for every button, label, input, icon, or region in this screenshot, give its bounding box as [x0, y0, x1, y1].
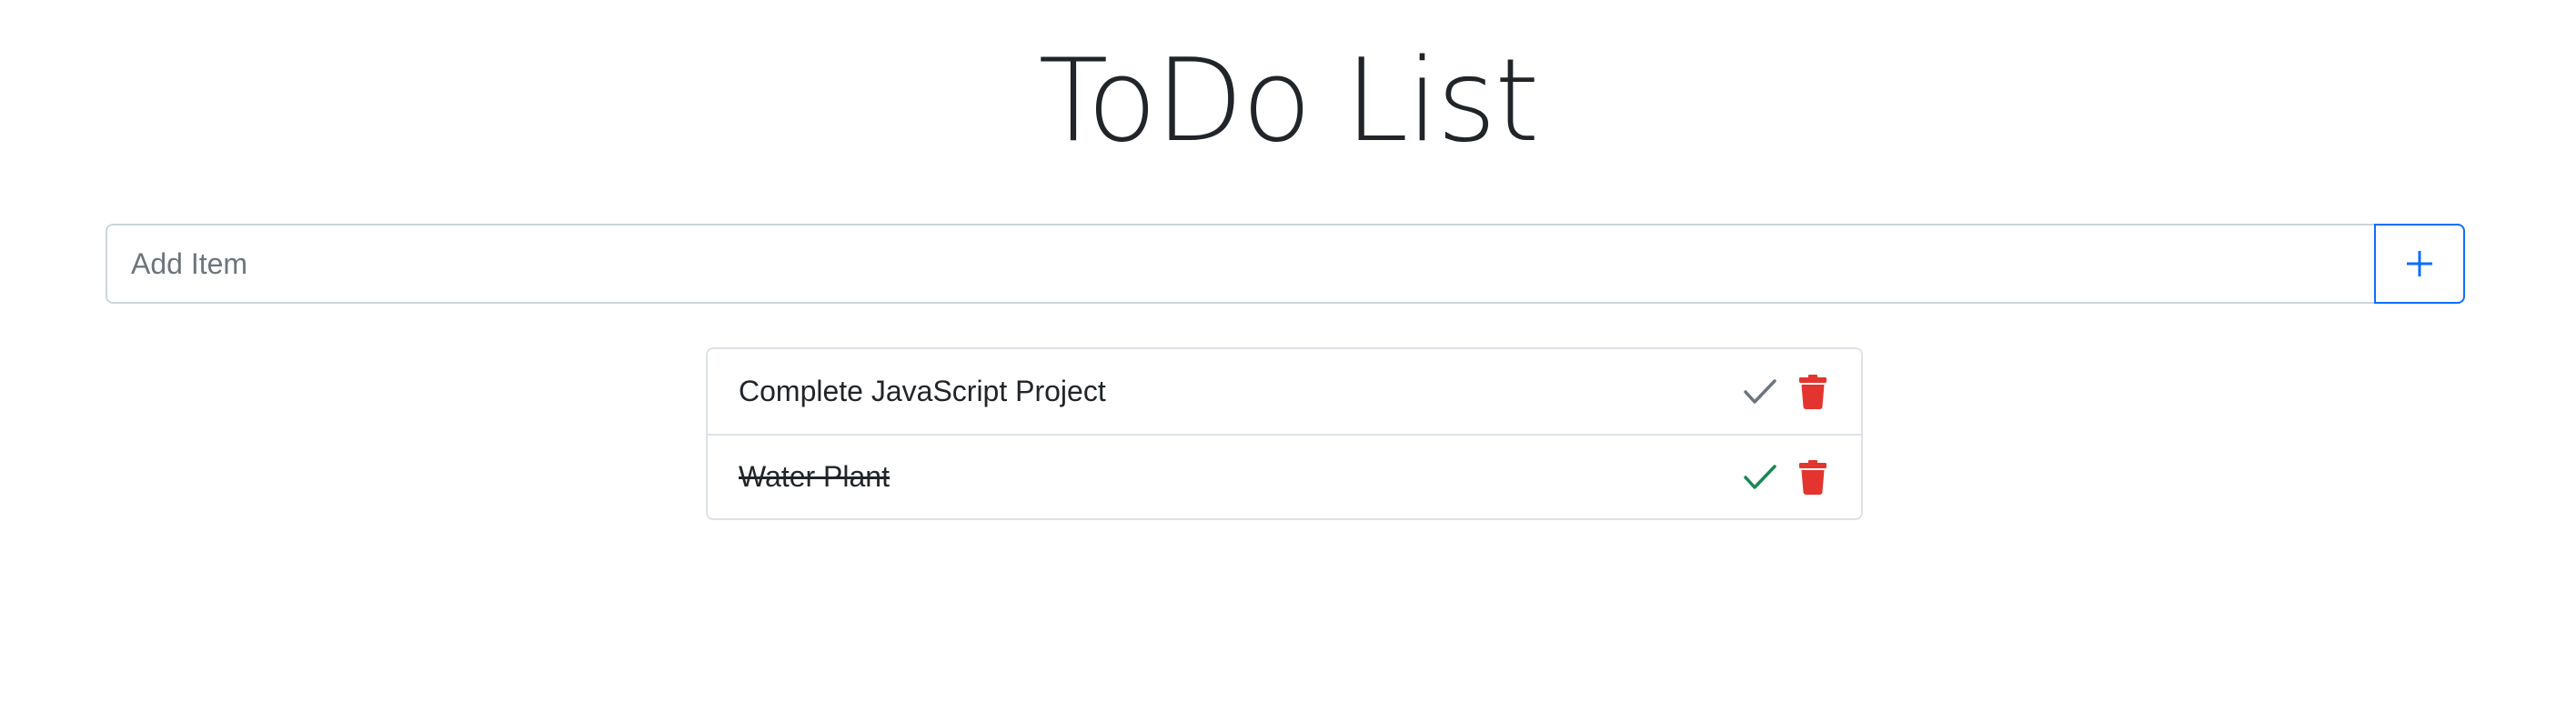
- check-icon: [1744, 378, 1776, 404]
- todo-app: ToDo List Complete JavaScript Project: [0, 0, 2576, 702]
- trash-icon: [1799, 374, 1826, 409]
- trash-icon: [1799, 459, 1826, 495]
- add-item-input[interactable]: [106, 224, 2374, 304]
- add-item-button[interactable]: [2374, 224, 2465, 304]
- todo-item-actions: [1743, 457, 1830, 497]
- complete-button[interactable]: [1743, 457, 1777, 497]
- delete-button[interactable]: [1796, 457, 1830, 497]
- todo-item-text: Water Plant: [739, 460, 890, 493]
- page-title: ToDo List: [1038, 34, 1539, 167]
- check-icon: [1744, 464, 1776, 489]
- todo-list: Complete JavaScript Project Water Plant: [706, 347, 1863, 520]
- plus-icon: [2407, 251, 2432, 276]
- delete-button[interactable]: [1796, 372, 1830, 412]
- todo-item-actions: [1743, 372, 1830, 412]
- add-item-form: [106, 224, 2465, 304]
- todo-item: Complete JavaScript Project: [708, 349, 1861, 434]
- todo-item: Water Plant: [708, 434, 1861, 518]
- complete-button[interactable]: [1743, 372, 1777, 412]
- todo-item-text: Complete JavaScript Project: [739, 375, 1106, 407]
